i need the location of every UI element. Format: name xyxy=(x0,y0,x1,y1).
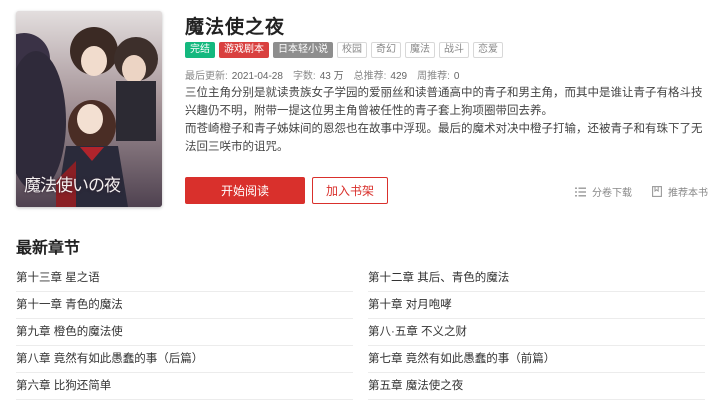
chapter-link[interactable]: 第九章 橙色的魔法使 xyxy=(16,319,353,346)
meta-total-rec-label: 总推荐: xyxy=(353,71,387,82)
chapter-link[interactable]: 第五章 魔法使之夜 xyxy=(368,373,705,400)
chapter-link[interactable]: 第十二章 其后、青色的魔法 xyxy=(368,265,705,292)
book-meta: 最后更新: 2021-04-28 字数: 43 万 总推荐: 429 周推荐: 0 xyxy=(185,67,459,82)
recommend-book-link[interactable]: 推荐本书 xyxy=(652,184,708,199)
meta-total-rec: 总推荐: 429 xyxy=(354,67,407,82)
chapter-link[interactable]: 第七章 竟然有如此愚蠢的事（前篇） xyxy=(368,346,705,373)
description-paragraph: 而苍崎橙子和青子姊妹间的恩怨也在故事中浮现。最后的魔术对决中橙子打输，还被青子和… xyxy=(185,123,703,153)
start-reading-button[interactable]: 开始阅读 xyxy=(185,177,305,204)
latest-chapters-heading: 最新章节 xyxy=(16,240,81,257)
description-paragraph: 三位主角分别是就读贵族女子学园的爱丽丝和读普通高中的青子和男主角，而其中是谁让青… xyxy=(185,87,703,117)
meta-words-label: 字数: xyxy=(292,71,316,82)
book-cover[interactable]: 魔法使いの夜 xyxy=(16,11,162,207)
book-title: 魔法使之夜 xyxy=(185,17,286,38)
chapter-list: 第十三章 星之语 第十二章 其后、青色的魔法 第十一章 青色的魔法 第十章 对月… xyxy=(16,265,705,400)
tag-item[interactable]: 恋爱 xyxy=(473,42,503,58)
meta-updated-label: 最后更新: xyxy=(185,71,228,82)
meta-updated-value: 2021-04-28 xyxy=(231,71,283,82)
tag-item[interactable]: 战斗 xyxy=(439,42,469,58)
cover-title: 魔法使いの夜 xyxy=(24,176,121,196)
meta-week-rec-value: 0 xyxy=(453,71,460,82)
meta-total-rec-value: 429 xyxy=(390,71,408,82)
chapter-link[interactable]: 第六章 比狗还简单 xyxy=(16,373,353,400)
download-volumes-link[interactable]: 分卷下载 xyxy=(575,184,632,199)
chapter-link[interactable]: 第八·五章 不义之财 xyxy=(368,319,705,346)
download-label: 分卷下载 xyxy=(592,188,632,199)
tag-list: 完结 游戏剧本 日本轻小说 校园 奇幻 魔法 战斗 恋爱 xyxy=(185,42,503,58)
tag-item[interactable]: 校园 xyxy=(337,42,367,58)
tag-subcategory[interactable]: 日本轻小说 xyxy=(273,42,333,58)
tag-category[interactable]: 游戏剧本 xyxy=(219,42,269,58)
meta-week-rec-label: 周推荐: xyxy=(417,71,450,82)
chapter-link[interactable]: 第十一章 青色的魔法 xyxy=(16,292,353,319)
tag-item[interactable]: 魔法 xyxy=(405,42,435,58)
list-icon xyxy=(575,187,586,196)
meta-words-value: 43 万 xyxy=(319,71,344,82)
chapter-link[interactable]: 第八章 竟然有如此愚蠢的事（后篇） xyxy=(16,346,353,373)
meta-updated: 最后更新: 2021-04-28 xyxy=(185,67,283,82)
meta-week-rec: 周推荐: 0 xyxy=(417,67,459,82)
bookmark-icon xyxy=(652,186,662,197)
chapter-link[interactable]: 第十章 对月咆哮 xyxy=(368,292,705,319)
tag-item[interactable]: 奇幻 xyxy=(371,42,401,58)
recommend-label: 推荐本书 xyxy=(668,188,708,199)
add-to-shelf-button[interactable]: 加入书架 xyxy=(312,177,388,204)
book-description: 三位主角分别是就读贵族女子学园的爱丽丝和读普通高中的青子和男主角，而其中是谁让青… xyxy=(185,84,705,156)
meta-words: 字数: 43 万 xyxy=(293,67,344,82)
chapter-link[interactable]: 第十三章 星之语 xyxy=(16,265,353,292)
tag-status[interactable]: 完结 xyxy=(185,42,215,58)
